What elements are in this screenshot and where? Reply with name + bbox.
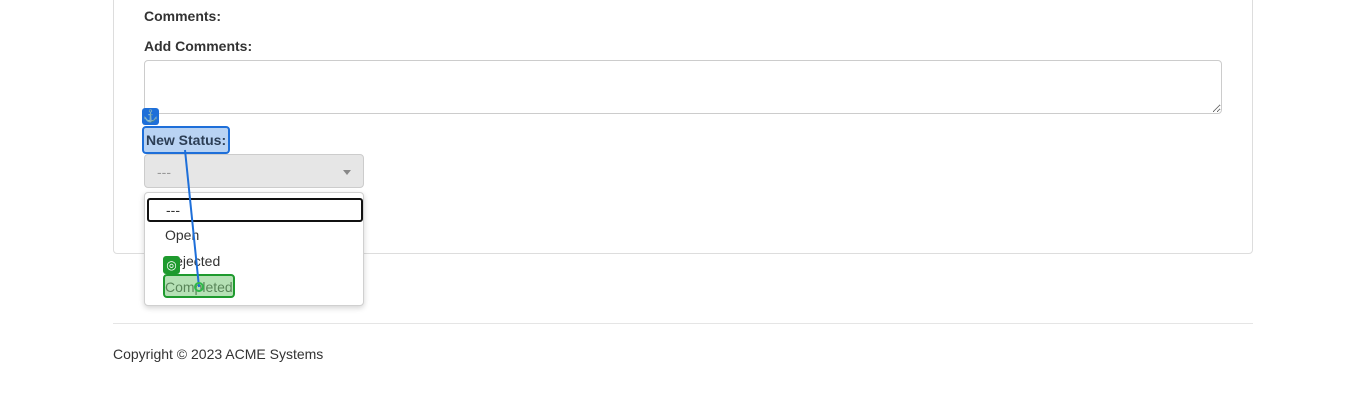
add-comments-textarea[interactable] <box>144 60 1222 114</box>
anchor-icon: ⚓ <box>142 108 159 125</box>
comments-label: Comments: <box>144 8 222 24</box>
add-comments-label: Add Comments: <box>144 38 253 54</box>
footer-divider <box>113 323 1253 324</box>
target-icon: ◎ <box>163 256 180 274</box>
completed-option-highlight <box>163 274 235 298</box>
copyright-text: Copyright © 2023 ACME Systems <box>113 346 324 362</box>
chevron-down-icon <box>343 170 351 175</box>
new-status-label: New Status: <box>142 126 231 154</box>
status-select-value: --- <box>157 164 171 180</box>
status-select[interactable]: --- <box>144 154 364 188</box>
status-option-open[interactable]: Open <box>145 223 363 247</box>
status-option-none[interactable]: --- <box>147 198 363 222</box>
